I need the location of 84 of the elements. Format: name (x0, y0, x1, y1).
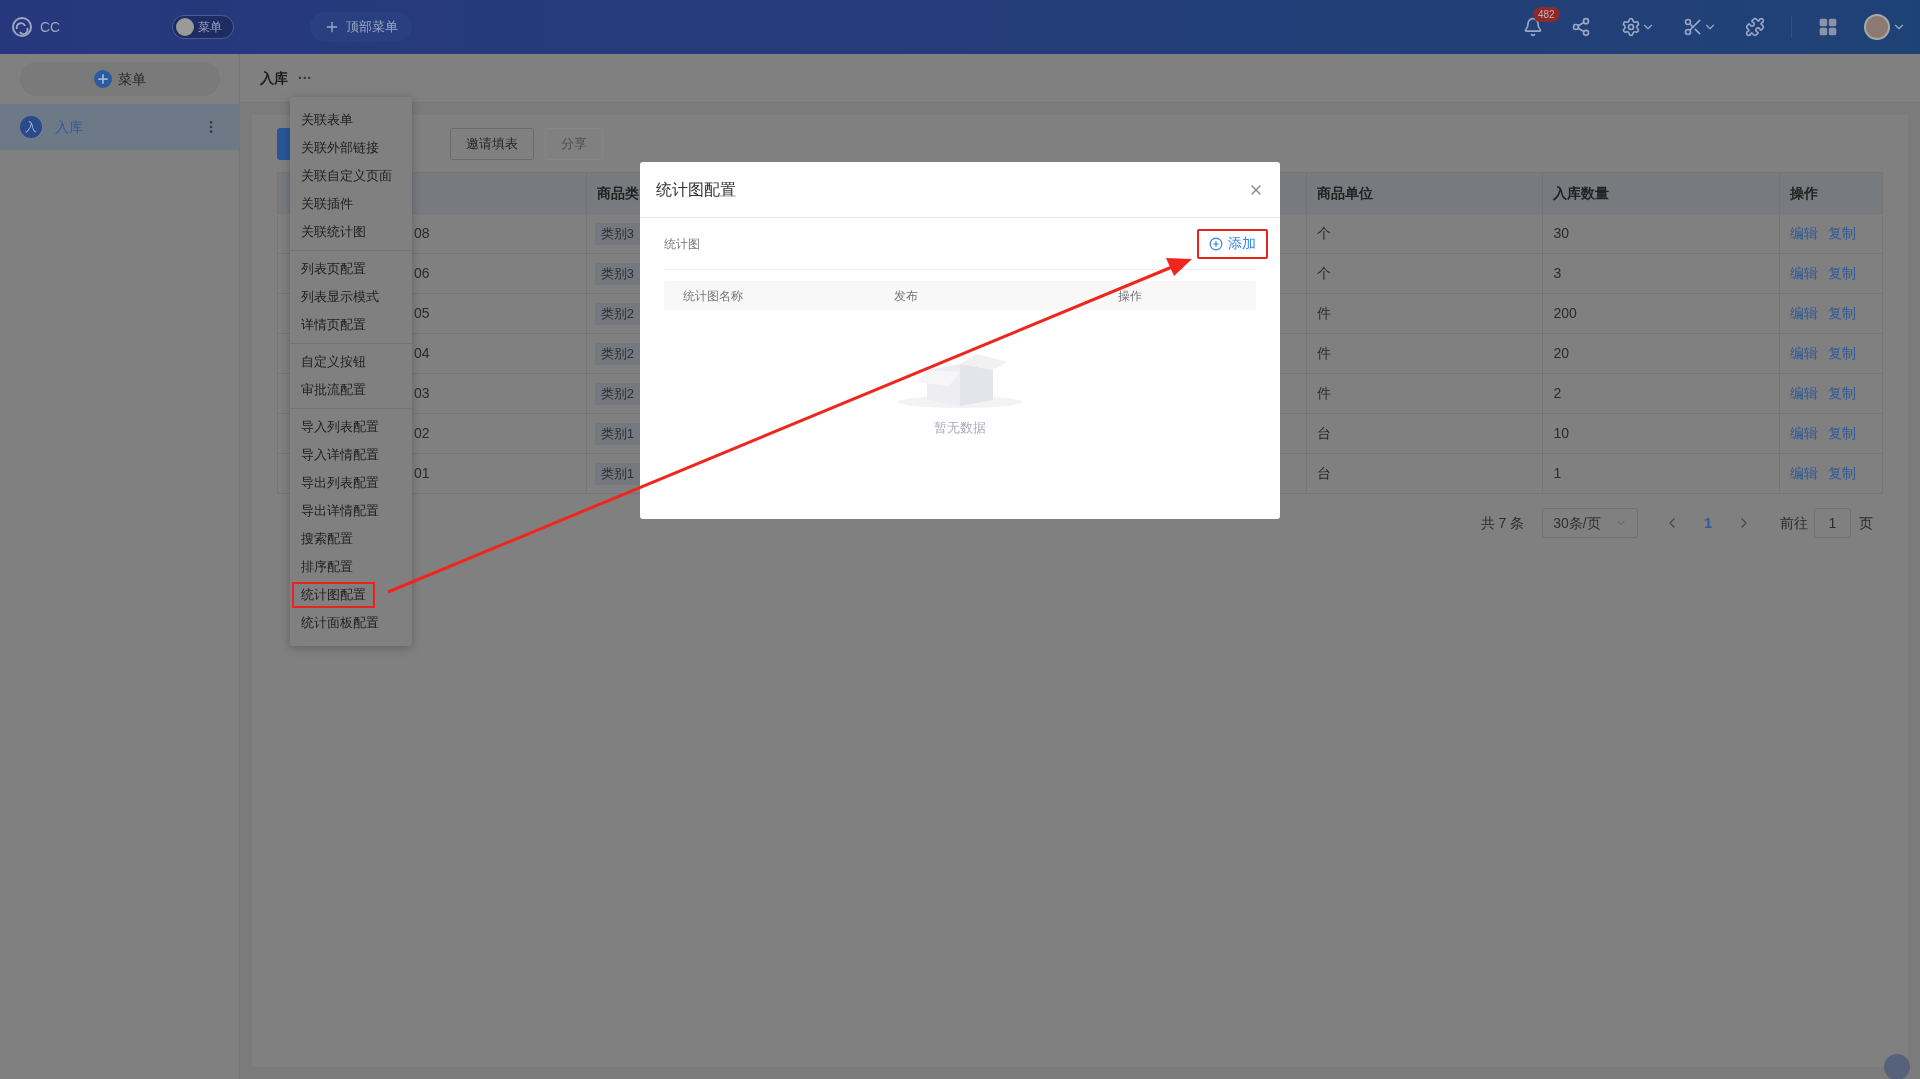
category-tag: 类别2 (594, 302, 640, 325)
table-cell-text: 05 (414, 304, 430, 323)
table-cell-text: 个 (1316, 264, 1331, 283)
column-header: 操作 (1790, 183, 1819, 203)
sidebar-item[interactable]: 入 入库 (0, 104, 239, 150)
goto-label: 前往 (1780, 513, 1808, 533)
column-header: 商品类 (596, 183, 639, 203)
category-tag: 类别3 (594, 262, 640, 285)
menu-item[interactable]: 排序配置 (293, 555, 361, 579)
table-cell-text: 件 (1316, 384, 1331, 403)
column-header: 操作 (1118, 287, 1142, 305)
avatar[interactable] (1864, 14, 1906, 40)
item-label: 入库 (55, 117, 83, 137)
more-options[interactable]: ··· (298, 67, 312, 89)
column-header: 发布 (894, 287, 919, 305)
category-tag: 类别2 (594, 342, 640, 365)
menu-item[interactable]: 关联自定义页面 (293, 164, 400, 188)
page-size-select[interactable]: 30条/页 (1542, 508, 1639, 538)
menu-item[interactable]: 详情页配置 (293, 313, 374, 337)
share-icon[interactable] (1571, 17, 1591, 37)
plus-circle-icon (1209, 236, 1223, 251)
table-cell-text: 03 (414, 384, 430, 403)
empty-text: 暂无数据 (934, 419, 986, 437)
menu-item[interactable]: 导出列表配置 (293, 471, 387, 495)
table-cell-text: 02 (414, 424, 430, 443)
menu-item[interactable]: 关联插件 (293, 192, 361, 216)
table-cell-text: 件 (1316, 304, 1331, 323)
menu-item[interactable]: 审批流配置 (293, 378, 374, 402)
column-header: 入库数量 (1553, 183, 1610, 203)
dialog-title: 统计图配置 (656, 179, 736, 200)
category-tag: 类别1 (594, 422, 640, 445)
settings-icon[interactable] (1621, 17, 1641, 37)
menu-switch[interactable]: 菜单 (172, 15, 235, 39)
logo-text: CC (40, 17, 61, 37)
menu-item[interactable]: 导入列表配置 (293, 415, 387, 439)
table-cell-text: 2 (1553, 384, 1562, 403)
table-cell-text: 01 (414, 464, 430, 483)
grid-icon[interactable] (1818, 17, 1838, 37)
puzzle-icon[interactable] (1745, 17, 1765, 37)
table-cell-text: 台 (1316, 464, 1331, 483)
category-tag: 类别2 (594, 382, 640, 405)
primary-button[interactable] (277, 128, 291, 160)
notification-badge: 482 (1533, 7, 1560, 22)
goto-suffix: 页 (1859, 513, 1873, 533)
table-cell-text: 20 (1553, 344, 1570, 363)
table-cell-text: 06 (414, 264, 430, 283)
category-tag: 类别1 (594, 462, 640, 485)
toolbar-button[interactable]: 邀请填表 (450, 128, 534, 160)
menu-item[interactable]: 自定义按钮 (293, 350, 374, 374)
menu-item[interactable]: 关联统计图 (293, 220, 374, 244)
menu-item[interactable]: 导入详情配置 (293, 443, 387, 467)
table-cell-text: 件 (1316, 344, 1331, 363)
total-count: 共 7 条 (1480, 513, 1525, 533)
table-cell-text: 个 (1316, 224, 1331, 243)
scissors-icon[interactable] (1683, 17, 1703, 37)
column-header: 统计图名称 (683, 287, 744, 305)
menu-item[interactable]: 统计图配置 (293, 583, 374, 607)
menu-item[interactable]: 搜索配置 (293, 527, 361, 551)
column-header: 商品单位 (1316, 183, 1373, 203)
notification-bell-icon[interactable] (1523, 17, 1543, 37)
table-cell-text: 1 (1553, 464, 1562, 483)
top-menu-button[interactable]: 顶部菜单 (310, 12, 413, 42)
menu-item[interactable]: 统计面板配置 (293, 611, 387, 635)
table-cell-text: 200 (1553, 304, 1577, 323)
add-button[interactable]: 添加 (1197, 228, 1268, 259)
logo-icon (10, 15, 34, 39)
goto-page-field[interactable]: 1 (1814, 508, 1851, 538)
add-menu-button[interactable]: 菜单 (19, 62, 220, 96)
menu-item[interactable]: 关联表单 (293, 108, 361, 132)
table-cell-text: 台 (1316, 424, 1331, 443)
menu-item[interactable]: 关联外部链接 (293, 136, 387, 160)
menu-item[interactable]: 列表显示模式 (293, 285, 387, 309)
menu-item[interactable]: 列表页配置 (293, 257, 374, 281)
table-cell-text: 04 (414, 344, 430, 363)
category-tag: 类别3 (594, 222, 640, 245)
section-label: 统计图 (664, 235, 700, 253)
table-cell-text: 08 (414, 224, 430, 243)
table-cell-text: 30 (1553, 224, 1570, 243)
page-title: 入库 (260, 68, 288, 88)
table-cell-text: 3 (1553, 264, 1562, 283)
plus-icon (93, 70, 112, 88)
table-cell-text: 10 (1553, 424, 1570, 443)
menu-item[interactable]: 导出详情配置 (293, 499, 387, 523)
item-avatar: 入 (20, 116, 42, 138)
